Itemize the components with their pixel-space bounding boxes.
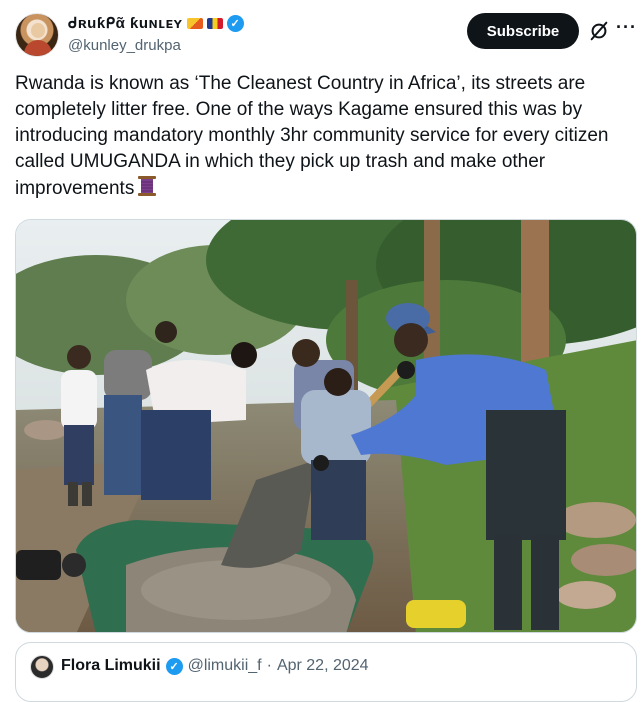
more-options-icon[interactable]: ··· [616, 17, 637, 38]
subscribe-button[interactable]: Subscribe [467, 13, 579, 49]
quoted-tweet[interactable]: Flora Limukii ✓ @limukii_f · Apr 22, 202… [15, 642, 637, 702]
tweet-photo[interactable] [15, 219, 637, 633]
author-display-name[interactable]: ᑯʀuƙᑭᾶ ƙuɴʟᴇʏ [68, 14, 183, 32]
verified-badge-icon: ✓ [226, 14, 244, 32]
tweet-text: Rwanda is known as ‘The Cleanest Country… [15, 73, 609, 199]
avatar-robe [24, 40, 52, 56]
author-handle[interactable]: @kunley_drukpa [68, 37, 181, 54]
quote-author-avatar[interactable] [30, 655, 54, 679]
avatar-face [31, 23, 45, 38]
grok-icon[interactable] [588, 20, 610, 42]
quote-date[interactable]: Apr 22, 2024 [277, 657, 369, 675]
photo-scene [16, 220, 636, 632]
author-avatar[interactable] [15, 13, 59, 57]
quote-author-handle[interactable]: @limukii_f [188, 657, 262, 675]
quote-verified-badge-icon: ✓ [165, 657, 183, 675]
thread-spool-icon [138, 176, 157, 196]
tweet-text-block: Rwanda is known as ‘The Cleanest Country… [15, 71, 630, 202]
quote-author-name[interactable]: Flora Limukii [61, 657, 161, 675]
author-name-row: ᑯʀuƙᑭᾶ ƙuɴʟᴇʏ ✓ [68, 14, 244, 32]
quote-separator: · [266, 657, 272, 674]
chad-flag-icon [206, 17, 223, 29]
quote-author-line: Flora Limukii ✓ @limukii_f · Apr 22, 202… [61, 657, 369, 675]
bhutan-flag-icon [186, 17, 203, 29]
